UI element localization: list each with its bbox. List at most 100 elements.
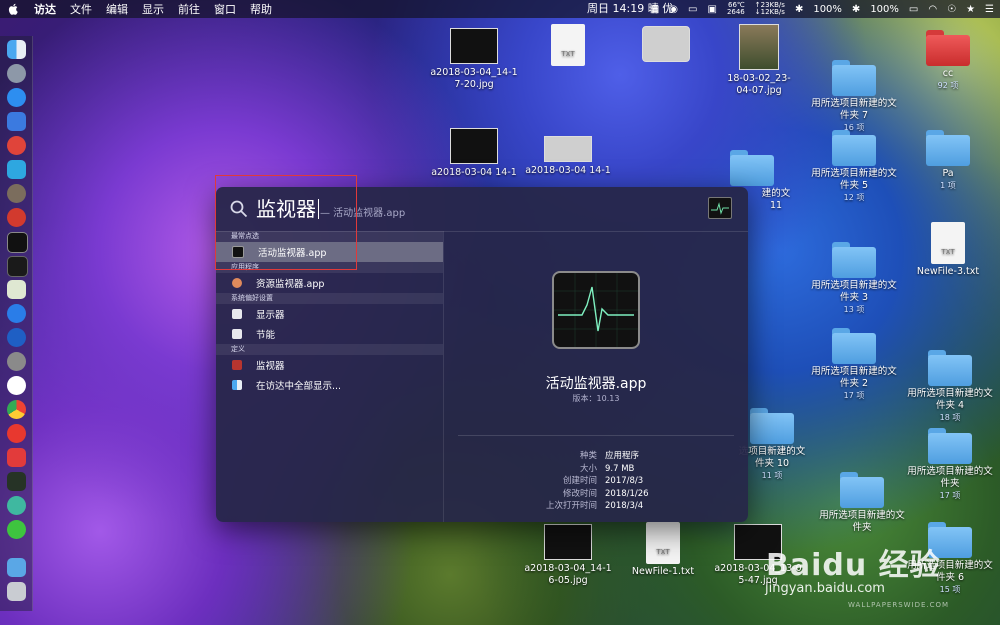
- meta-value: 2018/1/26: [605, 488, 649, 499]
- menu-help[interactable]: 帮助: [250, 1, 272, 17]
- folder-icon: [730, 150, 774, 186]
- app-red-icon[interactable]: [7, 136, 26, 155]
- menu-edit[interactable]: 编辑: [106, 1, 128, 17]
- meta-value: 9.7 MB: [605, 463, 635, 474]
- folder-name: 用所选项目新建的文: [907, 388, 993, 399]
- result-displays[interactable]: 显示器: [216, 304, 443, 324]
- result-label: 资源监视器.app: [256, 279, 325, 290]
- desktop-app-xcode[interactable]: [618, 26, 714, 65]
- wifi-icon[interactable]: ◠: [928, 4, 937, 15]
- wechat-dock-icon[interactable]: [7, 520, 26, 539]
- app-blue-icon[interactable]: [7, 328, 26, 347]
- star-icon[interactable]: ★: [966, 4, 975, 15]
- cpu-value: 2646: [726, 8, 745, 16]
- system-preferences-icon[interactable]: [7, 352, 26, 371]
- vivaldi-icon[interactable]: [7, 448, 26, 467]
- dock: [0, 36, 33, 611]
- activity-monitor-icon[interactable]: [7, 232, 28, 253]
- menu-view[interactable]: 显示: [142, 1, 164, 17]
- launchpad-icon[interactable]: [7, 64, 26, 83]
- battery-icon[interactable]: ▭: [909, 4, 918, 15]
- result-energy-saver[interactable]: 节能: [216, 324, 443, 344]
- downloads-folder-icon[interactable]: [7, 558, 26, 577]
- menu-file[interactable]: 文件: [70, 1, 92, 17]
- app-teal-icon[interactable]: [7, 496, 26, 515]
- desktop-folder-x[interactable]: 用所选项目新建的文 件夹: [814, 472, 910, 534]
- desktop-folder-pa[interactable]: Pa 1 项: [900, 130, 996, 192]
- network-readout[interactable]: ↑23KB/s ↓12KB/s: [755, 2, 785, 16]
- folder-name-line2: 件夹: [940, 478, 960, 489]
- folder-name-line2: 件夹 4: [935, 400, 965, 411]
- desktop-folder-3[interactable]: 用所选项目新建的文 件夹 3 13 项: [806, 242, 902, 316]
- wallpaper-watermark: WALLPAPERSWIDE.COM: [848, 601, 950, 609]
- desktop-file-newfile-3[interactable]: TXT NewFile-3.txt: [900, 222, 996, 278]
- battery-percent-2: 100%: [870, 3, 899, 15]
- monitor-icon[interactable]: ▣: [707, 4, 716, 15]
- desktop-folder-4[interactable]: 用所选项目新建的文 件夹 4 18 项: [902, 350, 998, 424]
- clock-weather[interactable]: 周日 14:19 晴 优: [587, 0, 673, 18]
- migration-icon[interactable]: [7, 160, 26, 179]
- app-store-icon[interactable]: [7, 304, 26, 323]
- bluetooth-device-icon[interactable]: ✱: [852, 4, 860, 15]
- folder-name-line2: 件夹 3: [839, 292, 869, 303]
- folder-name-line2: 件夹 5: [839, 180, 869, 191]
- keyboard-thumbnail: [544, 136, 592, 162]
- desktop-folder-7[interactable]: 用所选项目新建的文 件夹 7 16 项: [806, 60, 902, 134]
- apple-icon[interactable]: [8, 3, 20, 15]
- settings-gear-icon[interactable]: [7, 184, 26, 203]
- screenshot-thumbnail: [450, 28, 498, 64]
- result-resource-monitor[interactable]: 资源监视器.app: [216, 273, 443, 293]
- spotlight-menu-icon[interactable]: ☉: [947, 4, 956, 15]
- desktop-folder-plain[interactable]: 用所选项目新建的文 件夹 17 项: [902, 428, 998, 502]
- cpu-temp-readout[interactable]: 66℃ 2646: [727, 2, 745, 16]
- result-show-all-in-finder[interactable]: 在访达中全部显示...: [216, 375, 443, 395]
- desktop-file-txt-top[interactable]: TXT: [520, 24, 616, 68]
- finder-icon[interactable]: [7, 40, 26, 59]
- file-name: a2018-03-04_14-1: [430, 67, 518, 78]
- txt-label: TXT: [941, 248, 955, 256]
- folder-name-line2: 件夹 2: [839, 378, 869, 389]
- meta-value: 2017/8/3: [605, 476, 644, 486]
- desktop-file-a2018-1720[interactable]: a2018-03-04_14-1 7-20.jpg: [426, 28, 522, 91]
- file-name: a2018-03-04 14-1: [431, 167, 517, 178]
- meta-key: 种类: [579, 451, 597, 461]
- folder-count: 15 项: [939, 585, 961, 594]
- bluetooth-icon[interactable]: ✱: [795, 4, 803, 15]
- txt-document-icon: TXT: [551, 24, 585, 66]
- baidu-watermark: Baidu 经验: [766, 548, 941, 583]
- desktop-file-a2018-0605[interactable]: a2018-03-04_14-1 6-05.jpg: [520, 524, 616, 587]
- desktop-file-18-03-02[interactable]: 18-03-02_23- 04-07.jpg: [711, 24, 807, 97]
- chrome-icon[interactable]: [7, 400, 26, 419]
- terminal-icon[interactable]: [7, 256, 28, 277]
- file-name: 18-03-02_23-: [727, 73, 791, 84]
- desktop-folder-cc[interactable]: cc 92 项: [900, 30, 996, 92]
- desktop-file-a2018-2[interactable]: a2018-03-04 14-1: [426, 128, 522, 179]
- meta-row-size: 大小 9.7 MB: [444, 463, 748, 476]
- menu-go[interactable]: 前往: [178, 1, 200, 17]
- resource-monitor-icon: [232, 278, 242, 288]
- desktop-folder-5[interactable]: 用所选项目新建的文 件夹 5 12 项: [806, 130, 902, 204]
- desktop-folder-2[interactable]: 用所选项目新建的文 件夹 2 17 项: [806, 328, 902, 402]
- folder-count: 13 项: [843, 305, 865, 314]
- menu-window[interactable]: 窗口: [214, 1, 236, 17]
- folder-name-line2: 件夹 7: [839, 110, 869, 121]
- weibo-icon[interactable]: [7, 424, 26, 443]
- section-definition: 定义: [216, 344, 443, 355]
- console-icon[interactable]: [7, 472, 26, 491]
- preview-icon[interactable]: [7, 280, 26, 299]
- app-red-round-icon[interactable]: [7, 208, 26, 227]
- cast-icon[interactable]: ▭: [688, 4, 697, 15]
- trash-icon[interactable]: [7, 582, 26, 601]
- list-icon[interactable]: ☰: [985, 4, 994, 15]
- desktop-file-newfile-1[interactable]: TXT NewFile-1.txt: [615, 522, 711, 578]
- menu-app-name[interactable]: 访达: [34, 1, 56, 17]
- section-prefs: 系统偏好设置: [216, 293, 443, 304]
- contacts-icon[interactable]: [7, 112, 26, 131]
- safari-icon[interactable]: [7, 88, 26, 107]
- yandex-icon[interactable]: [7, 376, 26, 395]
- annotation-highlight-box: [215, 175, 357, 270]
- result-dictionary[interactable]: 监视器: [216, 355, 443, 375]
- desktop-file-a2018-3[interactable]: a2018-03-04 14-1: [520, 128, 616, 177]
- folder-count: 1 项: [940, 181, 956, 190]
- activity-monitor-large-icon: [552, 271, 640, 349]
